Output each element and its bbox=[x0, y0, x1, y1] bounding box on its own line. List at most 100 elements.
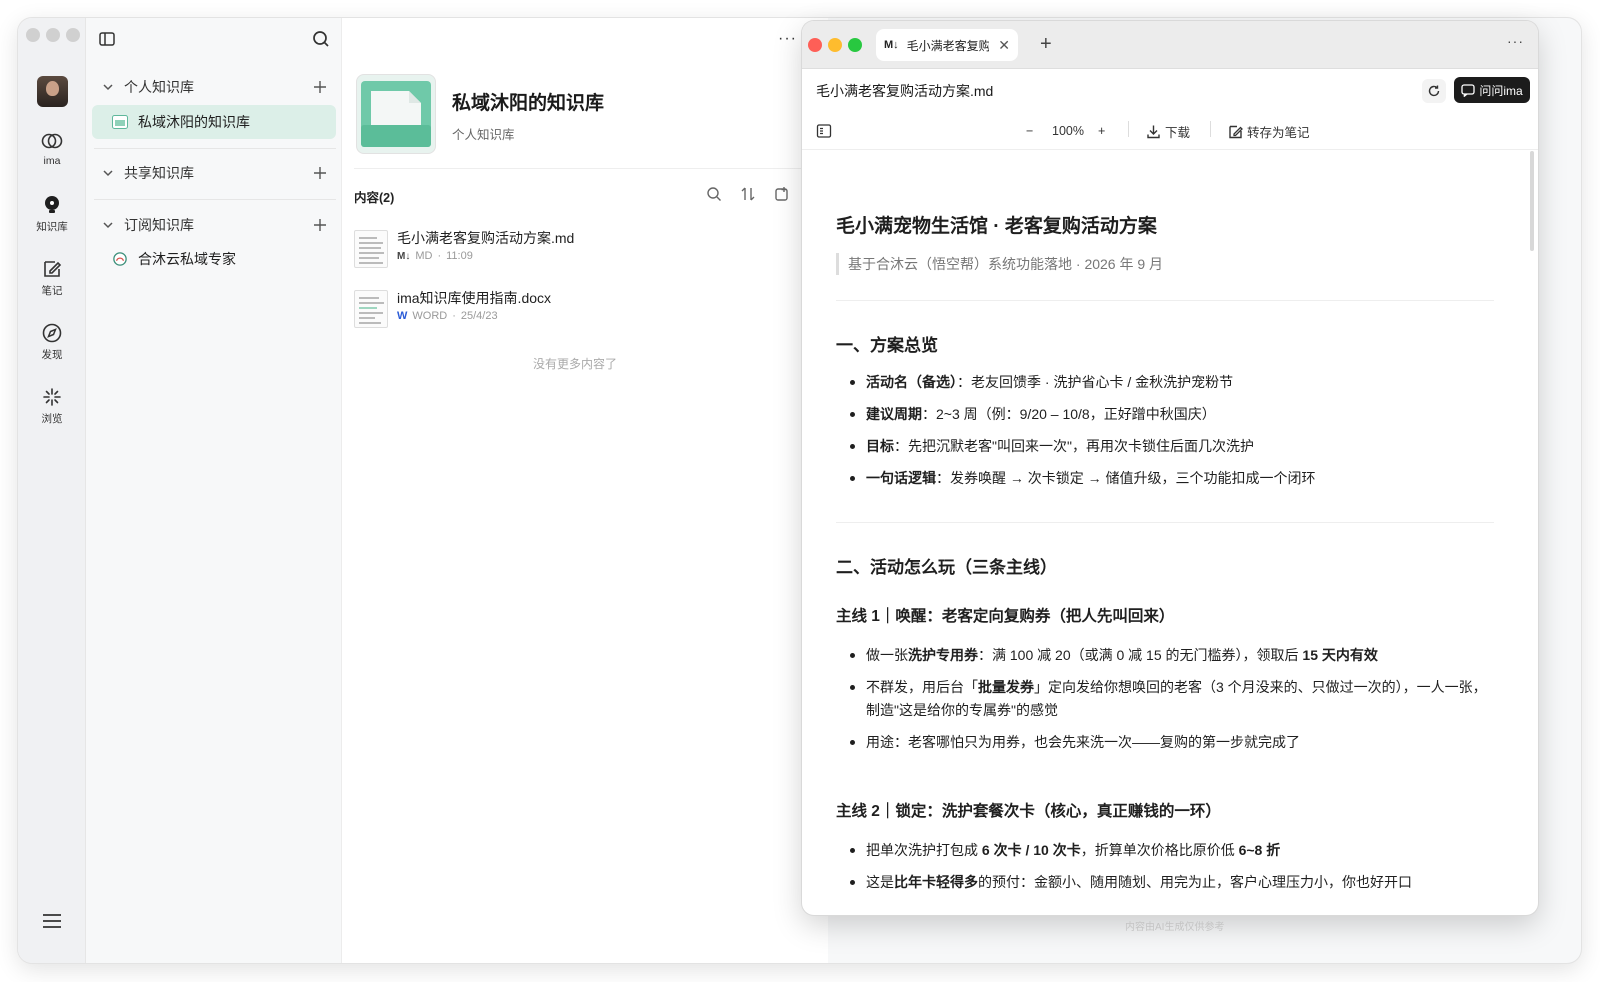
list-item: 做一张洗护专用券：满 100 减 20（或满 0 减 15 的无门槛券），领取后… bbox=[850, 644, 1490, 667]
add-icon[interactable] bbox=[312, 79, 328, 95]
file-time: 11:09 bbox=[446, 250, 473, 262]
outline-toggle[interactable] bbox=[816, 121, 832, 141]
rail-item-notes[interactable]: 笔记 bbox=[18, 258, 86, 298]
divider bbox=[802, 149, 1538, 150]
menu-icon[interactable] bbox=[42, 913, 62, 929]
zoom-in-button[interactable]: + bbox=[1098, 121, 1105, 141]
kb-subtitle: 个人知识库 bbox=[452, 128, 515, 142]
markdown-icon: M↓ bbox=[884, 39, 899, 51]
add-icon[interactable] bbox=[312, 217, 328, 233]
no-more-text: 没有更多内容了 bbox=[532, 357, 617, 371]
list-item: 这是比年卡轻得多的预付：金额小、随用随划、用完为止，客户心理压力小，你也好开口 bbox=[850, 871, 1490, 894]
rail-label-ima: ima bbox=[43, 155, 61, 167]
kb-item-label: 私域沐阳的知识库 bbox=[138, 114, 250, 130]
divider bbox=[94, 199, 336, 200]
doc-heading-3: 主线 2｜锁定：洗护套餐次卡（核心，真正赚钱的一环） bbox=[836, 803, 1221, 820]
doc-heading-3: 主线 1｜唤醒：老客定向复购券（把人先叫回来） bbox=[836, 608, 1175, 625]
avatar[interactable] bbox=[37, 76, 68, 107]
content-count: 内容(2) bbox=[354, 191, 395, 205]
chevron-down-icon bbox=[103, 222, 113, 229]
kb-cover-icon bbox=[356, 74, 436, 154]
compass-icon bbox=[42, 323, 62, 343]
refresh-button[interactable] bbox=[1422, 79, 1446, 103]
more-icon[interactable]: ··· bbox=[778, 30, 797, 48]
rail-item-knowledge-base[interactable]: 知识库 bbox=[18, 194, 86, 234]
rail-label-notes: 笔记 bbox=[41, 285, 63, 297]
chevron-down-icon bbox=[103, 84, 113, 91]
bulb-icon bbox=[45, 196, 59, 213]
file-thumbnail bbox=[354, 290, 388, 328]
ask-ima-label: 问问ima bbox=[1479, 83, 1523, 98]
rail-item-ima[interactable]: ima bbox=[18, 130, 86, 167]
list-item[interactable]: ima知识库使用指南.docx W WORD · 25/4/23 bbox=[354, 288, 794, 336]
list-item: 活动名（备选）：老友回馈季 · 洗护省心卡 / 金秋洗护宠粉节 bbox=[850, 371, 1490, 394]
sort-icon[interactable] bbox=[740, 186, 756, 202]
list-item: 用途：老客哪怕只为用券，也会先来洗一次——复购的第一步就完成了 bbox=[850, 731, 1490, 754]
kb-item-subscribed[interactable]: 合沐云私域专家 bbox=[92, 242, 336, 276]
ai-disclaimer: 内容由AI生成仅供参考 bbox=[1125, 922, 1225, 933]
divider bbox=[836, 522, 1494, 523]
download-icon bbox=[1147, 125, 1160, 138]
file-type: WORD bbox=[412, 310, 448, 322]
list-item: 目标：先把沉默老客"叫回来一次"，再用次卡锁住后面几次洗护 bbox=[850, 435, 1490, 458]
viewer-toolbar: − 100% + 下载 转存为笔记 bbox=[802, 121, 1538, 141]
tab-document[interactable]: M↓ 毛小满老客复购活动方案.md ✕ bbox=[876, 29, 1018, 61]
file-name: 毛小满老客复购活动方案.md bbox=[397, 230, 575, 246]
zoom-out-button[interactable]: − bbox=[1026, 121, 1033, 141]
kb-content-pane: ··· 私域沐阳的知识库 个人知识库 内容(2) 毛小满老客复购活动方案.md … bbox=[342, 18, 828, 963]
list-item: 把单次洗护打包成 6 次卡 / 10 次卡，折算单次价格比原价低 6~8 折 bbox=[850, 839, 1490, 862]
list-item: 不群发，用后台「批量发券」定向发给你想唤回的老客（3 个月没来的、只做过一次的）… bbox=[850, 676, 1490, 722]
markdown-icon: M↓ bbox=[397, 250, 411, 262]
ima-icon bbox=[41, 133, 63, 149]
rail-label-browse: 浏览 bbox=[41, 413, 63, 425]
download-button[interactable]: 下载 bbox=[1146, 121, 1190, 141]
zoom-window-button[interactable] bbox=[66, 28, 80, 42]
minimize-window-button[interactable] bbox=[46, 28, 60, 42]
kb-title: 私域沐阳的知识库 bbox=[452, 93, 605, 114]
close-window-button[interactable] bbox=[808, 38, 822, 52]
rail-item-discover[interactable]: 发现 bbox=[18, 322, 86, 362]
close-icon[interactable]: ✕ bbox=[998, 37, 1010, 54]
sidebar-toggle-icon[interactable] bbox=[98, 30, 116, 48]
file-name: ima知识库使用指南.docx bbox=[397, 290, 552, 306]
close-window-button[interactable] bbox=[26, 28, 40, 42]
list-item[interactable]: 毛小满老客复购活动方案.md M↓ MD · 11:09 bbox=[354, 228, 794, 276]
plus-icon: + bbox=[1098, 124, 1106, 138]
knowledge-sidebar: 个人知识库 私域沐阳的知识库 共享知识库 订阅知识库 合沐云私域专家 bbox=[86, 18, 342, 963]
tab-label: 毛小满老客复购活动方案.md bbox=[906, 38, 989, 53]
save-as-note-button[interactable]: 转存为笔记 bbox=[1228, 121, 1310, 141]
minimize-window-button[interactable] bbox=[828, 38, 842, 52]
content-toolbar bbox=[706, 186, 790, 202]
sidebar-toolbar bbox=[98, 30, 330, 52]
file-meta: W WORD · 25/4/23 bbox=[397, 310, 498, 322]
file-thumbnail bbox=[354, 230, 388, 268]
group-subscribed-kb[interactable]: 订阅知识库 bbox=[94, 211, 336, 239]
divider bbox=[1128, 121, 1129, 137]
kb-item-personal[interactable]: 私域沐阳的知识库 bbox=[92, 105, 336, 139]
more-icon[interactable]: ··· bbox=[1507, 33, 1524, 49]
group-label: 个人知识库 bbox=[124, 79, 194, 95]
meta-separator: · bbox=[452, 310, 456, 322]
search-icon[interactable] bbox=[312, 30, 330, 48]
search-icon[interactable] bbox=[706, 186, 722, 202]
minus-icon: − bbox=[1026, 124, 1034, 138]
add-icon[interactable] bbox=[312, 165, 328, 181]
divider bbox=[836, 300, 1494, 301]
zoom-window-button[interactable] bbox=[848, 38, 862, 52]
ask-ima-button[interactable]: 问问ima bbox=[1454, 77, 1530, 103]
scrollbar[interactable] bbox=[1530, 151, 1534, 251]
download-label: 下载 bbox=[1165, 125, 1191, 140]
new-tab-icon[interactable]: + bbox=[1040, 33, 1052, 56]
window-controls bbox=[26, 28, 80, 42]
file-type: MD bbox=[415, 250, 433, 262]
divider bbox=[94, 148, 336, 149]
meta-separator: · bbox=[437, 250, 442, 262]
rail-item-browse[interactable]: 浏览 bbox=[18, 386, 86, 426]
add-content-icon[interactable] bbox=[774, 186, 790, 202]
group-label: 共享知识库 bbox=[124, 165, 194, 181]
list-item: 一句话逻辑：发券唤醒 → 次卡锁定 → 储值升级，三个功能扣成一个闭环 bbox=[850, 467, 1490, 490]
group-shared-kb[interactable]: 共享知识库 bbox=[94, 159, 336, 187]
chat-icon bbox=[1461, 84, 1475, 97]
group-personal-kb[interactable]: 个人知识库 bbox=[94, 73, 336, 101]
list-item: 建议周期：2~3 周（例：9/20 – 10/8，正好蹭中秋国庆） bbox=[850, 403, 1490, 426]
